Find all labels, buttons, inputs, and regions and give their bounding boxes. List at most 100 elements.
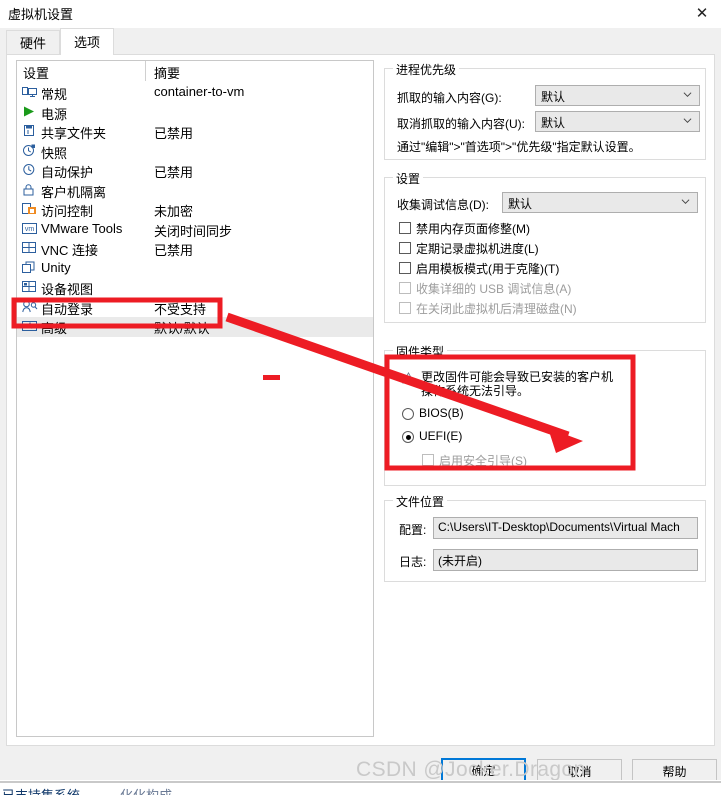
- tab-options[interactable]: 选项: [60, 28, 115, 55]
- autoprotect-icon: [22, 163, 38, 178]
- list-item-summary: 未加密: [154, 204, 194, 219]
- list-item-label: 访问控制: [41, 204, 94, 219]
- group-settings: 设置 收集调试信息(D): 默认 禁用内存页面修整(M) 定期记录虚拟机进度(L)…: [384, 170, 706, 323]
- lock-icon: [22, 183, 38, 198]
- snapshot-icon: [22, 144, 38, 159]
- unity-icon: [22, 261, 38, 276]
- list-item[interactable]: 自动登录 不受支持: [17, 298, 373, 318]
- firmware-warning-line1: 更改固件可能会导致已安装的客户机: [421, 370, 614, 384]
- bottom-strip-right-text: 化化构成: [120, 785, 172, 795]
- debug-info-combo[interactable]: 默认: [502, 192, 698, 213]
- list-item-summary: container-to-vm: [154, 84, 245, 99]
- window-title: 虚拟机设置: [8, 7, 74, 22]
- auto-login-icon: [22, 300, 38, 315]
- group-file-location: 文件位置 配置: C:\Users\IT-Desktop\Documents\V…: [384, 493, 706, 582]
- log-path-field[interactable]: (未开启): [433, 549, 698, 571]
- ungrab-input-label: 取消抓取的输入内容(U):: [397, 117, 525, 131]
- group-title-firmware: 固件类型: [393, 343, 448, 360]
- list-item-summary: 已禁用: [154, 165, 194, 180]
- grab-input-combo[interactable]: 默认: [535, 85, 700, 106]
- checkbox-indicator: [399, 222, 411, 234]
- firmware-warning-line2: 操作系统无法引导。: [421, 384, 530, 398]
- secure-boot-label: 启用安全引导(S): [439, 454, 527, 468]
- grab-input-value: 默认: [541, 90, 566, 104]
- close-icon[interactable]: ✕: [689, 3, 715, 23]
- ungrab-input-value: 默认: [541, 116, 566, 130]
- access-control-icon: [22, 202, 38, 217]
- settings-checkbox-label: 启用模板模式(用于克隆)(T): [416, 262, 560, 276]
- settings-checkbox-label: 在关闭此虚拟机后清理磁盘(N): [416, 302, 577, 316]
- list-item[interactable]: 常规 container-to-vm: [17, 83, 373, 103]
- bottom-strip-left-text: 已支持集系统: [2, 785, 80, 795]
- list-item[interactable]: 自动保护 已禁用: [17, 161, 373, 181]
- settings-list[interactable]: 设置 摘要 常规 container-to-vm 电源 共享文件夹 已禁用 快照 自动保护已…: [16, 60, 374, 737]
- list-item-label: 设备视图: [41, 282, 94, 297]
- checkbox-indicator: [399, 242, 411, 254]
- list-item-summary: 不受支持: [154, 301, 207, 317]
- list-item-label: 常规: [41, 87, 68, 102]
- list-item[interactable]: 电源: [17, 103, 373, 123]
- list-item[interactable]: 高级 默认/默认: [17, 317, 373, 337]
- vnc-icon: [22, 241, 38, 256]
- list-item[interactable]: 客户机隔离: [17, 181, 373, 201]
- debug-info-value: 默认: [508, 197, 533, 211]
- settings-checkbox-label: 禁用内存页面修整(M): [416, 222, 530, 236]
- list-item[interactable]: 设备视图: [17, 278, 373, 298]
- list-header: 设置 摘要: [17, 61, 373, 83]
- list-item[interactable]: vm VMware Tools 关闭时间同步: [17, 220, 373, 240]
- list-item-label: 自动登录: [41, 301, 94, 317]
- chevron-down-icon: [683, 92, 692, 98]
- list-item-label: Unity: [41, 259, 71, 275]
- svg-text:vm: vm: [25, 226, 35, 233]
- checkbox-indicator: [399, 282, 411, 294]
- options-pane: 进程优先级 抓取的输入内容(G): 默认 取消抓取的输入内容(U): 默认 通过…: [384, 60, 706, 737]
- checkbox-indicator: [399, 262, 411, 274]
- list-item-label: 自动保护: [41, 165, 94, 180]
- column-header-name: 设置: [23, 66, 50, 81]
- settings-checkbox-label: 定期记录虚拟机进度(L): [416, 242, 539, 256]
- list-item-label: 高级: [41, 321, 68, 336]
- grab-input-label: 抓取的输入内容(G):: [397, 91, 502, 105]
- group-firmware-type: 固件类型 更改固件可能会导致已安装的客户机 操作系统无法引导。 BIOS(B) …: [384, 343, 706, 486]
- bottom-divider: [0, 781, 721, 783]
- list-item[interactable]: VNC 连接 已禁用: [17, 239, 373, 259]
- title-bar: 虚拟机设置 ✕: [0, 0, 721, 28]
- priority-hint: 通过"编辑">"首选项">"优先级"指定默认设置。: [397, 140, 641, 154]
- checkbox-indicator: [399, 302, 411, 314]
- folder-share-icon: [22, 124, 38, 139]
- radio-indicator: [402, 431, 414, 443]
- list-item-summary: 默认/默认: [154, 321, 210, 336]
- chevron-down-icon: [681, 199, 690, 205]
- list-item-label: 电源: [41, 106, 68, 122]
- device-view-icon: [22, 280, 38, 295]
- list-item-summary: 关闭时间同步: [154, 223, 233, 239]
- config-path-field[interactable]: C:\Users\IT-Desktop\Documents\Virtual Ma…: [433, 517, 698, 539]
- checkbox-indicator: [422, 454, 434, 466]
- list-item-summary: 已禁用: [154, 126, 194, 141]
- list-item[interactable]: 访问控制 未加密: [17, 200, 373, 220]
- warning-icon: [402, 372, 415, 384]
- vmware-tools-icon: vm: [22, 222, 38, 237]
- ungrab-input-combo[interactable]: 默认: [535, 111, 700, 132]
- list-item-label: 共享文件夹: [41, 126, 107, 141]
- list-item-label: 快照: [41, 145, 68, 161]
- header-divider: [145, 61, 146, 81]
- config-path-label: 配置:: [399, 523, 427, 537]
- log-path-value: (未开启): [438, 554, 482, 568]
- list-item[interactable]: 共享文件夹 已禁用: [17, 122, 373, 142]
- list-item-label: VNC 连接: [41, 243, 99, 258]
- vm-settings-dialog: 硬件 选项 设置 摘要 常规 container-to-vm 电源 共享文件夹 已禁用 快照…: [0, 28, 721, 784]
- uefi-radio-label: UEFI(E): [419, 429, 463, 443]
- config-path-value: C:\Users\IT-Desktop\Documents\Virtual Ma…: [438, 520, 680, 534]
- list-item-label: VMware Tools: [41, 220, 123, 236]
- list-item[interactable]: Unity: [17, 259, 373, 279]
- settings-checkbox-label: 收集详细的 USB 调试信息(A): [416, 282, 572, 296]
- monitor-icon: [22, 85, 38, 100]
- bios-radio-label: BIOS(B): [419, 406, 464, 420]
- list-item-label: 客户机隔离: [41, 184, 107, 200]
- log-path-label: 日志:: [399, 555, 427, 569]
- list-item[interactable]: 快照: [17, 142, 373, 162]
- group-title-settings: 设置: [393, 170, 424, 187]
- tab-hardware[interactable]: 硬件: [6, 30, 61, 55]
- column-header-summary: 摘要: [154, 66, 181, 81]
